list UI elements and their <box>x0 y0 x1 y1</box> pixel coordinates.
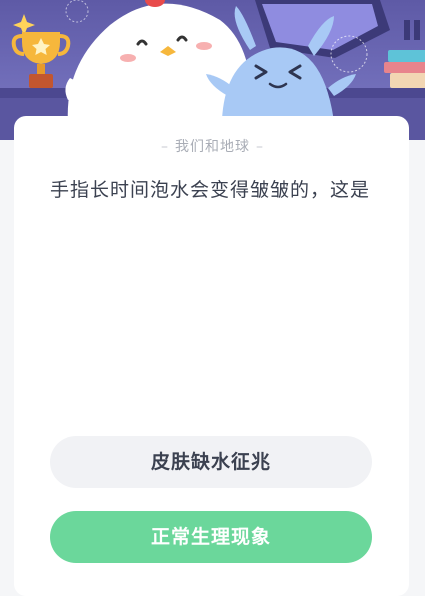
trophy-icon <box>11 32 71 88</box>
bubble-icon <box>65 0 89 23</box>
category-text: 我们和地球 <box>175 139 250 155</box>
divider: – <box>256 139 264 155</box>
divider: – <box>161 139 169 155</box>
question-text: 手指长时间泡水会变得皱皱的，这是 <box>50 179 371 201</box>
answer-option-a[interactable]: 皮肤缺水征兆 <box>50 436 372 488</box>
category-label: – 我们和地球 – <box>0 136 425 156</box>
answer-option-b[interactable]: 正常生理现象 <box>50 511 372 563</box>
books-icon <box>384 20 425 88</box>
